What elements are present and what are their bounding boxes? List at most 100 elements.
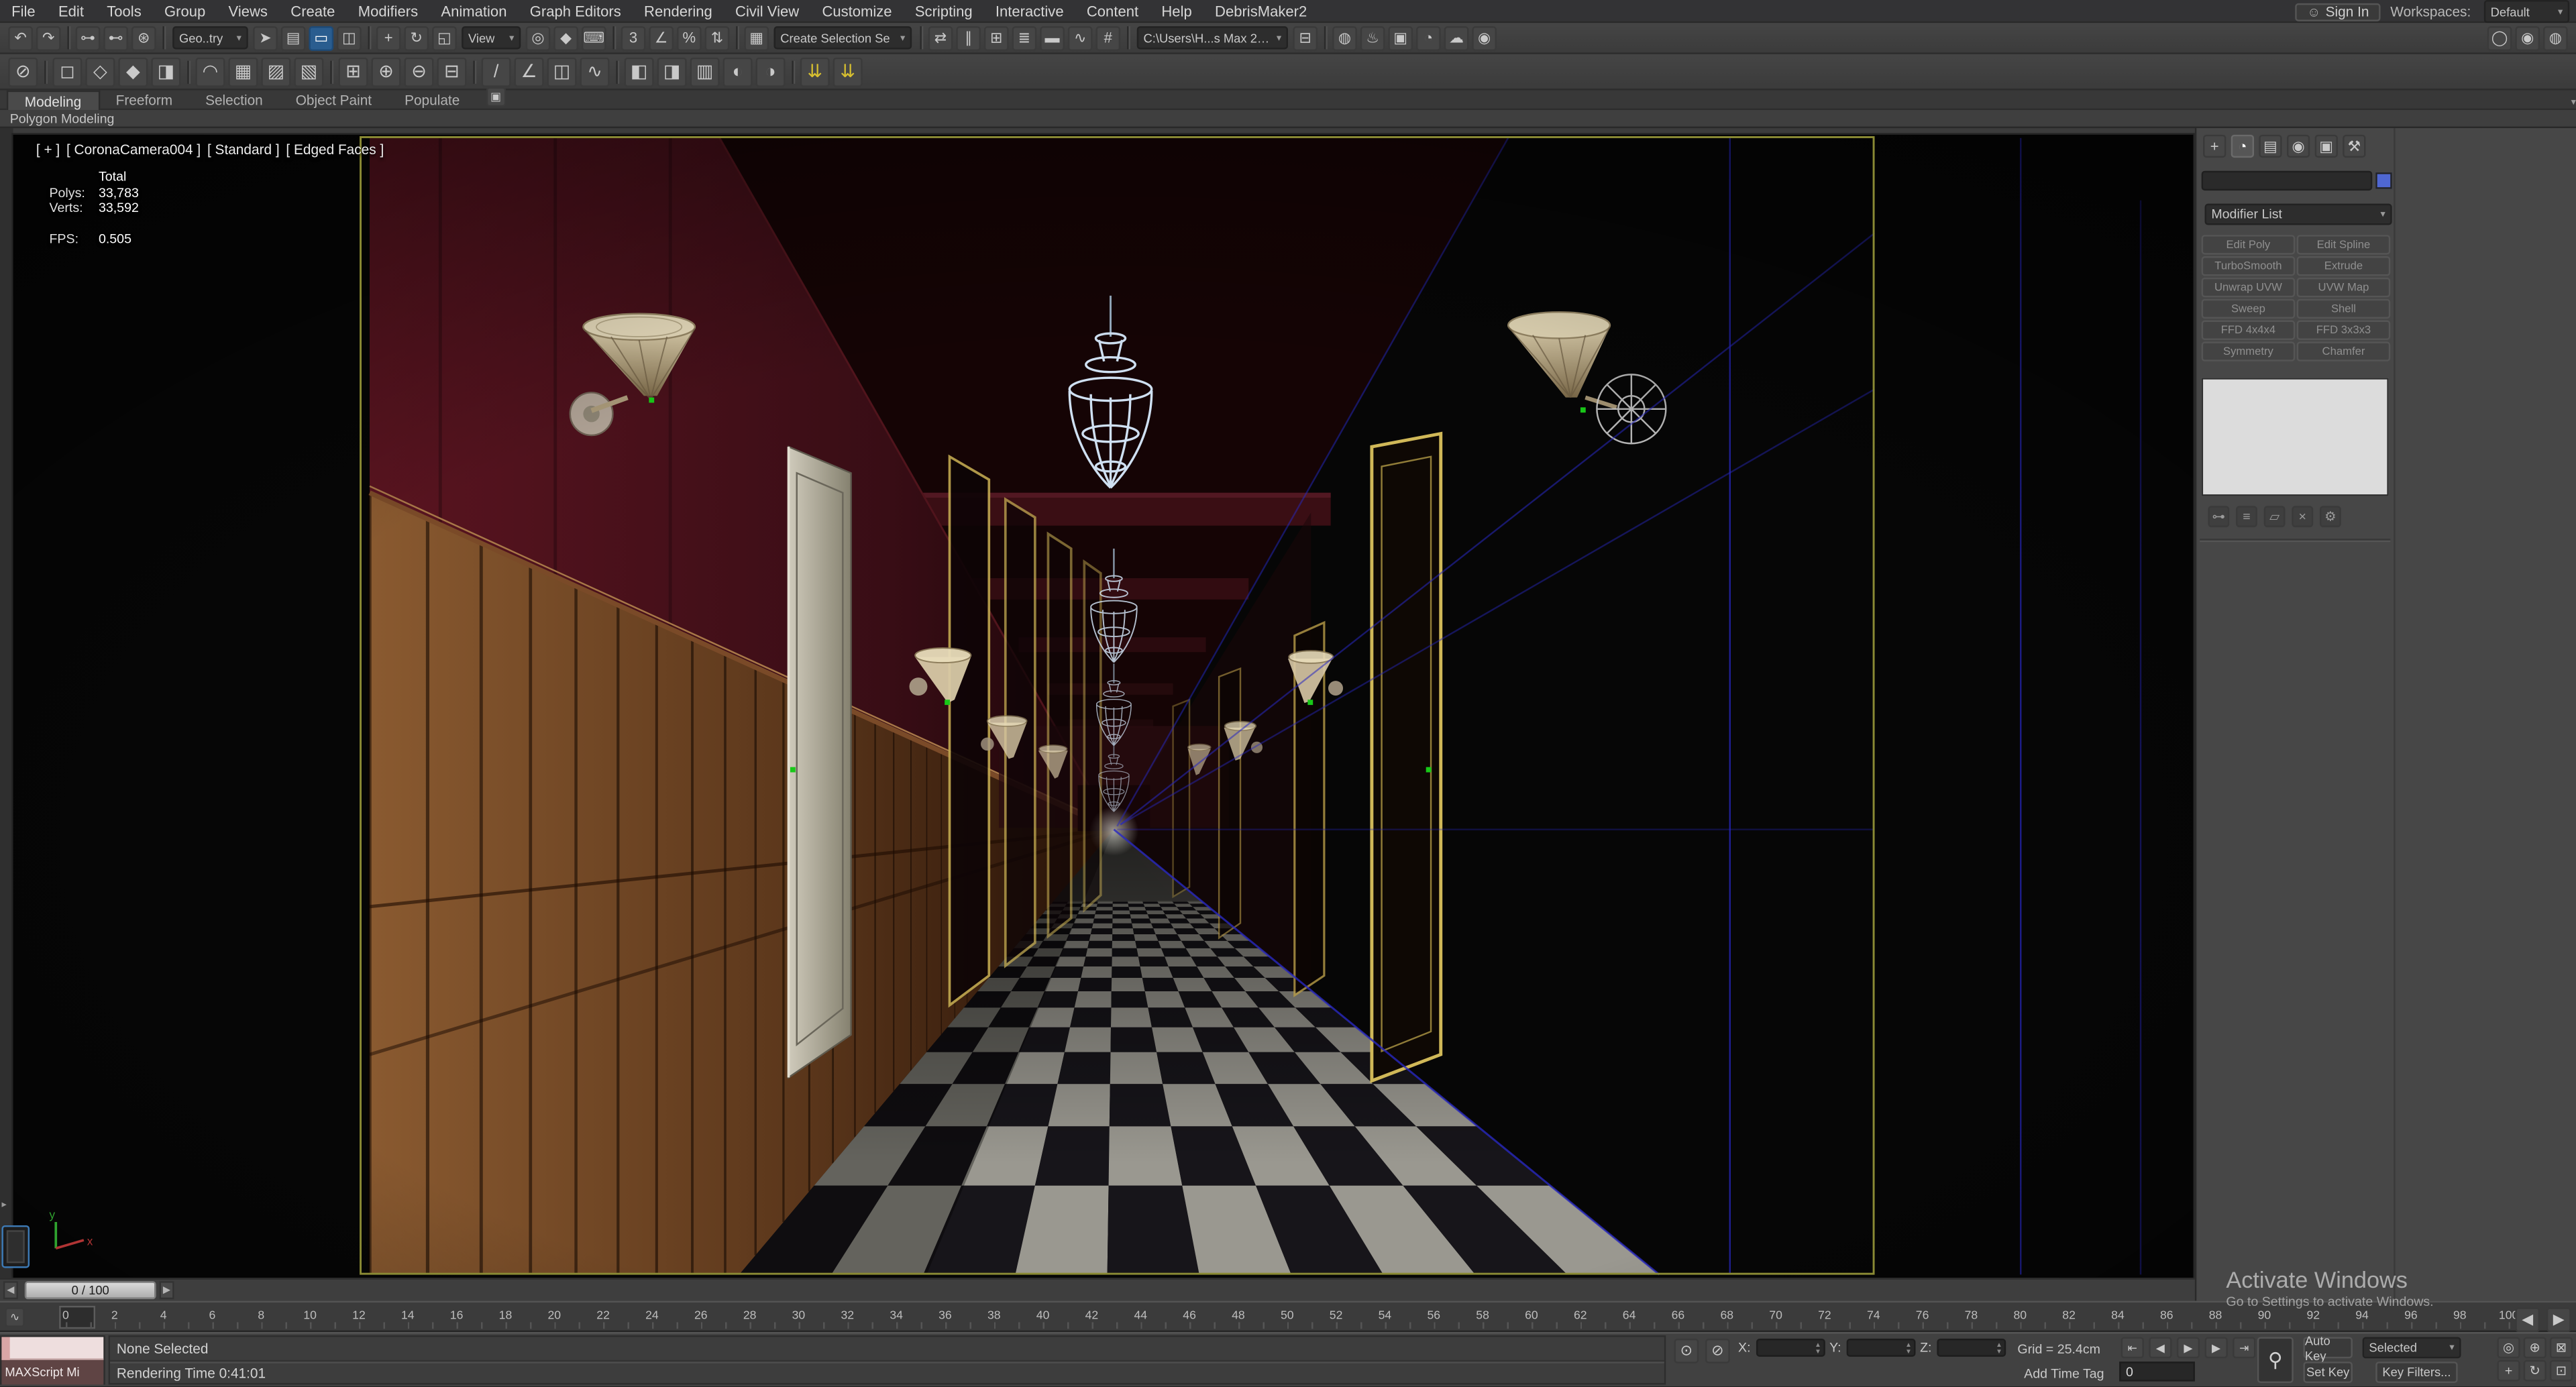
swift-loop-icon[interactable]: ◫ (547, 56, 577, 87)
curve-editor-icon[interactable]: ∿ (1067, 25, 1093, 50)
reference-coordinate-dropdown[interactable]: View ▾ (462, 26, 521, 50)
ribbon-tab-object-paint[interactable]: Object Paint (279, 91, 388, 110)
play-button[interactable]: ▶ (2176, 1337, 2200, 1359)
ribbon-tab-selection[interactable]: Selection (189, 91, 280, 110)
modifier-stack[interactable] (2201, 378, 2389, 496)
object-name-field[interactable] (2201, 170, 2373, 191)
pan-icon[interactable]: + (2497, 1360, 2520, 1382)
menu-modifiers[interactable]: Modifiers (347, 0, 430, 21)
modifier-button-sweep[interactable]: Sweep (2201, 298, 2296, 319)
select-and-move-icon[interactable]: + (376, 25, 401, 50)
menu-views[interactable]: Views (217, 0, 279, 21)
select-by-name-icon[interactable]: ▤ (280, 25, 306, 50)
viewport-menu-shading[interactable]: [ Edged Faces ] (286, 142, 384, 158)
remove-modifier-icon[interactable]: × (2292, 506, 2314, 528)
time-slider-thumb[interactable]: 0 / 100 (24, 1281, 156, 1300)
viewport-menu-camera[interactable]: [ CoronaCamera004 ] (66, 142, 201, 158)
axis-constraint-z-icon[interactable]: ◆ (118, 56, 148, 87)
material-editor-icon[interactable]: ◍ (1332, 25, 1357, 50)
unlink-selection-icon[interactable]: ⊷ (103, 25, 129, 50)
zoom-all-icon[interactable]: ⊕ (2523, 1337, 2546, 1359)
modifier-button-chamfer[interactable]: Chamfer (2296, 341, 2391, 362)
render-in-cloud-icon[interactable]: ☁ (1444, 25, 1469, 50)
render-teapot-icon[interactable]: ◍ (2543, 26, 2568, 51)
menu-scripting[interactable]: Scripting (904, 0, 984, 21)
auto-key-button[interactable]: Auto Key (2303, 1333, 2353, 1362)
modifier-button-ffd-4x4x4[interactable]: FFD 4x4x4 (2201, 320, 2296, 340)
menu-edit[interactable]: Edit (47, 0, 95, 21)
configure-modifier-sets-icon[interactable]: ⚙ (2319, 506, 2341, 528)
create-primitive-icon[interactable]: ⊞ (338, 56, 368, 87)
previous-frame-button[interactable]: ◀ (2149, 1337, 2172, 1359)
axis-constraint-x-icon[interactable]: ◻ (52, 56, 83, 87)
bevel-tool-icon[interactable]: ◨ (657, 56, 687, 87)
modifier-button-ffd-3x3x3[interactable]: FFD 3x3x3 (2296, 320, 2391, 340)
modifier-button-extrude[interactable]: Extrude (2296, 256, 2391, 276)
show-cage-icon[interactable]: ▧ (294, 56, 324, 87)
modifier-button-symmetry[interactable]: Symmetry (2201, 341, 2296, 362)
axis-constraint-y-icon[interactable]: ◇ (85, 56, 115, 87)
current-frame-field[interactable]: 0 (2119, 1362, 2195, 1382)
toggle-layer-explorer-icon[interactable]: ≣ (1012, 25, 1037, 50)
toggle-ribbon-icon[interactable]: ▬ (1040, 25, 1065, 50)
rectangular-selection-region-icon[interactable]: ▭ (309, 25, 334, 50)
soft-selection-icon[interactable]: ◠ (195, 56, 225, 87)
select-and-scale-icon[interactable]: ◱ (432, 25, 457, 50)
viewport-menu-style[interactable]: [ Standard ] (207, 142, 280, 158)
render-production-icon[interactable]: ◔ (1416, 25, 1441, 50)
percent-snap-icon[interactable]: % (676, 25, 702, 50)
menu-civil-view[interactable]: Civil View (724, 0, 810, 21)
z-field[interactable]: ▲ ▼ (1936, 1338, 2006, 1357)
edit-named-selection-sets-icon[interactable]: ▦ (744, 25, 769, 50)
extrude-tool-icon[interactable]: ◧ (624, 56, 654, 87)
menu-interactive[interactable]: Interactive (984, 0, 1075, 21)
collapse-toolbar-right-icon[interactable]: ⇊ (833, 56, 863, 87)
modifier-button-unwrap-uvw[interactable]: Unwrap UVW (2201, 277, 2296, 298)
x-field[interactable]: ▲ ▼ (1755, 1338, 1825, 1357)
menu-tools[interactable]: Tools (95, 0, 153, 21)
render-last-icon[interactable]: ◉ (1472, 25, 1497, 50)
tab-motion[interactable]: ◉ (2286, 134, 2310, 158)
modifier-button-edit-spline[interactable]: Edit Spline (2296, 235, 2391, 255)
use-nurms-icon[interactable]: ▦ (228, 56, 258, 87)
paint-connect-icon[interactable]: ∿ (580, 56, 610, 87)
menu-debrismaker2[interactable]: DebrisMaker2 (1203, 0, 1319, 21)
go-to-start-button[interactable]: ⇤ (2121, 1337, 2144, 1359)
axis-constraint-plane-icon[interactable]: ◨ (151, 56, 181, 87)
cut-icon[interactable]: / (481, 56, 511, 87)
menu-animation[interactable]: Animation (429, 0, 518, 21)
render-frame-icon[interactable]: ◉ (2515, 26, 2540, 51)
menu-graph-editors[interactable]: Graph Editors (519, 0, 633, 21)
ribbon-tab-modeling[interactable]: Modeling (6, 90, 100, 111)
undo-icon[interactable]: ↶ (8, 25, 33, 50)
maxscript-mini-listener[interactable]: MAXScript Mi (0, 1335, 105, 1385)
align-icon[interactable]: ∥ (956, 25, 981, 50)
attach-icon[interactable]: ⊕ (371, 56, 401, 87)
zoom-extents-icon[interactable]: ⊠ (2549, 1337, 2573, 1359)
viewport-menu-plus[interactable]: [ + ] (36, 142, 60, 158)
collapse-toolbar-left-icon[interactable]: ⇊ (800, 56, 830, 87)
sign-in-button[interactable]: ☺ Sign In (2296, 2, 2381, 21)
weld-tool-icon[interactable]: ◐ (722, 56, 753, 87)
menu-content[interactable]: Content (1075, 0, 1150, 21)
menu-rendering[interactable]: Rendering (633, 0, 724, 21)
modifier-button-uvw-map[interactable]: UVW Map (2296, 277, 2391, 298)
tab-utilities[interactable]: ⚒ (2343, 134, 2366, 158)
trackbar-scroll-left-icon[interactable]: ◀ (2515, 1307, 2540, 1333)
viewport-layout-tab[interactable] (1, 1225, 30, 1268)
time-slider[interactable]: ◀ 0 / 100 ▶ (0, 1278, 2195, 1301)
viewport-layout-expand-icon[interactable]: ▸ (1, 1199, 6, 1211)
redo-icon[interactable]: ↷ (36, 25, 61, 50)
menu-file[interactable]: File (0, 0, 47, 21)
snap-toggle-3d-icon[interactable]: 3 (621, 25, 646, 50)
selection-filter-dropdown[interactable]: Geo..try ▾ (172, 26, 248, 50)
key-filters-button[interactable]: Key Filters... (2375, 1362, 2458, 1384)
next-frame-button[interactable]: ▶ (2204, 1337, 2228, 1359)
viewport-canvas[interactable]: y x (13, 134, 2194, 1278)
track-bar[interactable]: ∿ 0 2 4 6 8 10 12 14 16 18 20 22 24 26 28 30 32 34 36 38 40 4… (0, 1300, 2576, 1333)
ribbon-tab-freeform[interactable]: Freeform (99, 91, 189, 110)
menu-create[interactable]: Create (279, 0, 346, 21)
select-and-rotate-icon[interactable]: ↻ (404, 25, 429, 50)
isolate-selection-icon[interactable]: ⊙ (1674, 1338, 1699, 1364)
new-key-filter-dropdown[interactable]: Selected ▾ (2362, 1337, 2461, 1359)
